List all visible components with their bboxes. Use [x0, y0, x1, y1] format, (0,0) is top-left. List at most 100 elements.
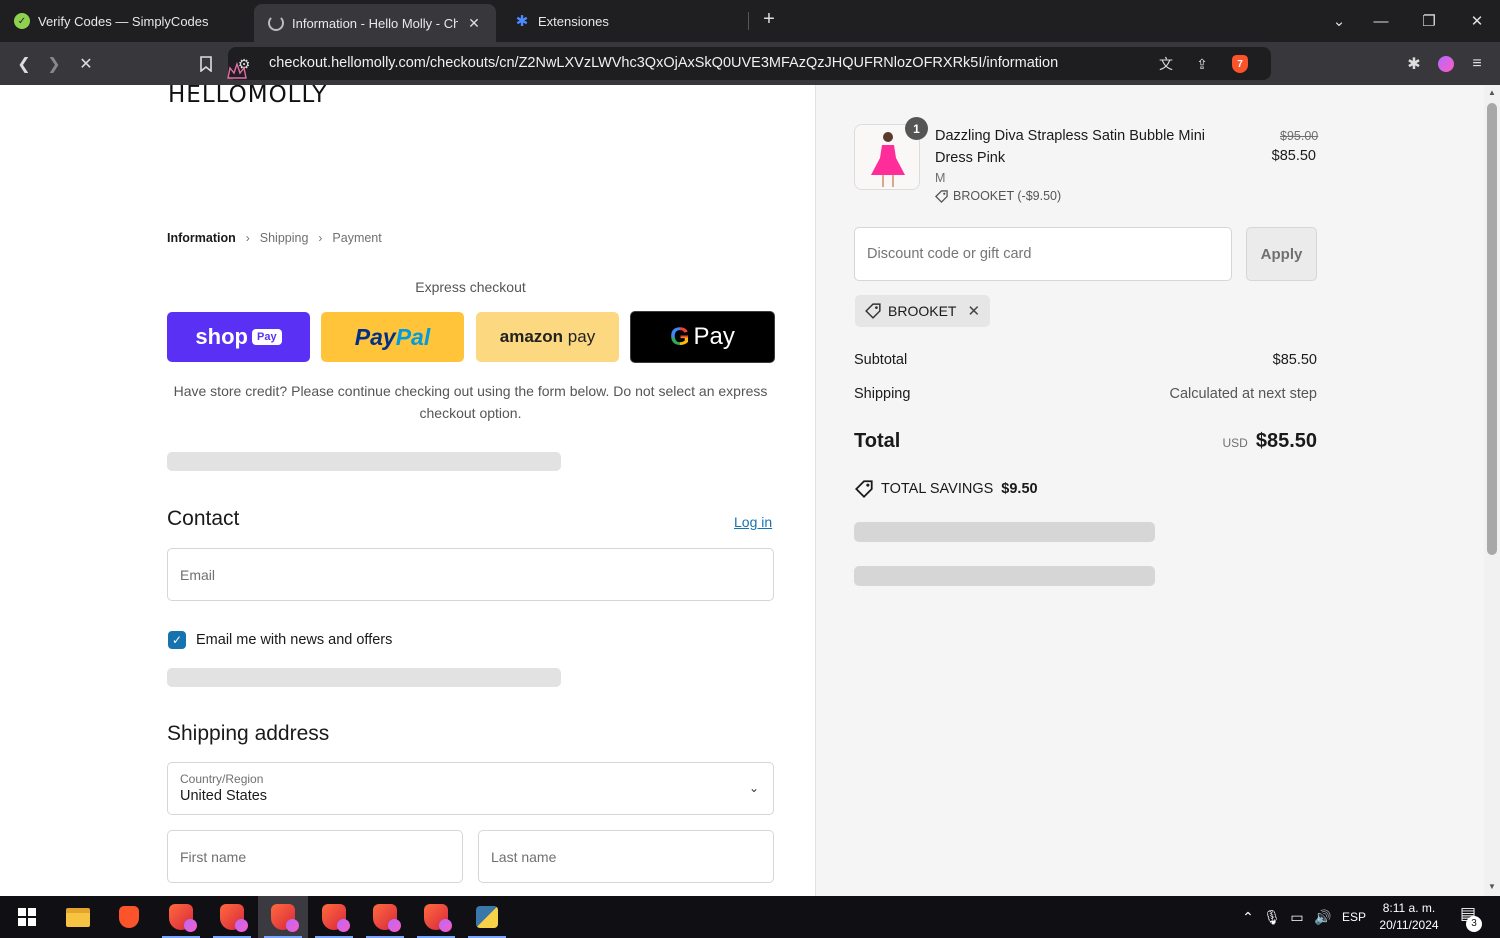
- tag-icon: [855, 480, 873, 498]
- address-bar[interactable]: ⚙ checkout.hellomolly.com/checkouts/cn/Z…: [228, 47, 1271, 80]
- clock-date: 20/11/2024: [1379, 918, 1439, 932]
- page-scrollbar[interactable]: ▲ ▼: [1484, 85, 1500, 896]
- tab-title: Information - Hello Molly - Checkout: [292, 15, 458, 31]
- google-pay-button[interactable]: G Pay: [630, 311, 775, 363]
- windows-taskbar: ⌃ 🎙 ▭ 🔊 ESP 8:11 a. m. 20/11/2024 ▤ 3: [0, 896, 1500, 938]
- loading-skeleton: [854, 566, 1155, 586]
- close-window-button[interactable]: ✕: [1454, 0, 1500, 42]
- chevron-right-icon: ›: [318, 231, 323, 245]
- loading-skeleton: [167, 668, 561, 687]
- shipping-value: Calculated at next step: [1169, 386, 1317, 402]
- google-pay-text: Pay: [693, 323, 735, 350]
- last-name-input[interactable]: [479, 831, 773, 882]
- file-explorer-button[interactable]: [53, 896, 103, 938]
- discounted-price: $85.50: [1271, 148, 1316, 164]
- brave-profile-button[interactable]: [207, 896, 257, 938]
- email-input[interactable]: [168, 549, 773, 600]
- extensions-icon[interactable]: ✱: [1400, 50, 1428, 78]
- total-savings: TOTAL SAVINGS $9.50: [855, 480, 1038, 498]
- news-offers-label: Email me with news and offers: [196, 632, 393, 648]
- brave-profile-button[interactable]: [360, 896, 410, 938]
- tab-search-chevron-icon[interactable]: ⌄: [1316, 0, 1362, 42]
- scroll-down-icon[interactable]: ▼: [1487, 882, 1497, 892]
- news-offers-checkbox[interactable]: ✓: [168, 631, 186, 649]
- brave-profile-icon: [271, 904, 299, 932]
- brave-profile-button[interactable]: [309, 896, 359, 938]
- brave-shields-icon[interactable]: 7: [1232, 55, 1248, 73]
- shipping-address-title: Shipping address: [167, 722, 330, 745]
- amazon-pay-button[interactable]: amazon pay: [476, 312, 619, 362]
- apply-button[interactable]: Apply: [1246, 227, 1317, 281]
- first-name-field[interactable]: [167, 830, 463, 883]
- folder-icon: [66, 907, 90, 927]
- product-discount: BROOKET (-$9.50): [935, 189, 1061, 203]
- microphone-icon[interactable]: 🎙: [1262, 896, 1282, 938]
- brave-profile-button-active[interactable]: [258, 896, 308, 938]
- last-name-field[interactable]: [478, 830, 774, 883]
- email-field[interactable]: [167, 548, 774, 601]
- scroll-thumb[interactable]: [1487, 103, 1497, 555]
- tab-hellomolly-checkout[interactable]: Information - Hello Molly - Checkout ✕: [254, 4, 496, 42]
- volume-icon[interactable]: 🔊: [1312, 896, 1334, 938]
- loading-skeleton: [854, 522, 1155, 542]
- browser-tab-bar: ✓ Verify Codes — SimplyCodes Information…: [0, 0, 1500, 42]
- restore-button[interactable]: ❐: [1406, 0, 1452, 42]
- brave-profile-button[interactable]: [156, 896, 206, 938]
- puzzle-icon: ✱: [515, 13, 529, 30]
- shop-pay-button[interactable]: shop Pay: [167, 312, 310, 362]
- remove-code-icon[interactable]: ✕: [967, 302, 980, 320]
- discount-code-field[interactable]: [854, 227, 1232, 281]
- input-language[interactable]: ESP: [1340, 896, 1368, 938]
- country-select[interactable]: Country/Region United States ⌄: [167, 762, 774, 815]
- minimize-button[interactable]: —: [1358, 0, 1404, 42]
- product-discount-text: BROOKET (-$9.50): [953, 189, 1062, 203]
- tag-icon: [935, 189, 948, 203]
- show-hidden-icons-chevron[interactable]: ⌃: [1238, 896, 1258, 938]
- first-name-input[interactable]: [168, 831, 462, 882]
- currency-code: USD: [1222, 436, 1248, 450]
- close-tab-icon[interactable]: ✕: [466, 15, 482, 32]
- product-name: Dazzling Diva Strapless Satin Bubble Min…: [935, 128, 1205, 166]
- breadcrumb-shipping[interactable]: Shipping: [260, 231, 309, 245]
- translate-icon[interactable]: 文: [1156, 54, 1176, 74]
- savings-label: TOTAL SAVINGS: [881, 481, 994, 497]
- url-text: checkout.hellomolly.com/checkouts/cn/Z2N…: [269, 55, 1059, 71]
- total-row: Total USD $85.50: [854, 430, 1317, 453]
- log-in-link[interactable]: Log in: [734, 514, 772, 530]
- country-label: Country/Region: [180, 772, 264, 786]
- network-icon[interactable]: ▭: [1286, 896, 1308, 938]
- hellomolly-logo[interactable]: HELLOMOLLY: [168, 60, 338, 110]
- quantity-badge: 1: [905, 117, 928, 140]
- discount-code-input[interactable]: [855, 228, 1231, 280]
- python-app-button[interactable]: [462, 896, 512, 938]
- notification-count-badge: 3: [1466, 916, 1482, 932]
- subtotal-row: Subtotal $85.50: [854, 352, 1317, 368]
- applied-code-text: BROOKET: [888, 303, 957, 319]
- profile-avatar[interactable]: [1432, 50, 1460, 78]
- crown-icon: [227, 62, 247, 79]
- forward-button[interactable]: ❯: [40, 50, 68, 78]
- stop-loading-button[interactable]: ✕: [72, 50, 100, 78]
- brave-profile-button[interactable]: [411, 896, 461, 938]
- shop-pay-text: shop: [195, 324, 248, 349]
- start-button[interactable]: [2, 896, 52, 938]
- brave-button[interactable]: [104, 896, 154, 938]
- new-tab-button[interactable]: +: [758, 8, 780, 34]
- shop-pay-pill: Pay: [251, 329, 282, 345]
- breadcrumb-payment[interactable]: Payment: [332, 231, 381, 245]
- loading-skeleton: [167, 452, 561, 471]
- share-icon[interactable]: ⇪: [1192, 54, 1212, 74]
- breadcrumb-information[interactable]: Information: [167, 231, 236, 245]
- news-offers-row[interactable]: ✓ Email me with news and offers: [168, 631, 392, 649]
- scroll-up-icon[interactable]: ▲: [1487, 88, 1497, 98]
- subtotal-label: Subtotal: [854, 352, 908, 368]
- tab-simplycodes[interactable]: ✓ Verify Codes — SimplyCodes: [0, 0, 250, 42]
- paypal-button[interactable]: Pay Pal: [321, 312, 464, 362]
- tab-extensions[interactable]: ✱ Extensiones: [500, 0, 750, 42]
- system-clock[interactable]: 8:11 a. m. 20/11/2024: [1374, 900, 1444, 934]
- chevron-down-icon: ⌄: [748, 781, 759, 795]
- savings-value: $9.50: [1001, 481, 1038, 497]
- back-button[interactable]: ❮: [10, 50, 38, 78]
- tab-title: Verify Codes — SimplyCodes: [38, 13, 209, 29]
- menu-icon[interactable]: ≡: [1463, 50, 1491, 78]
